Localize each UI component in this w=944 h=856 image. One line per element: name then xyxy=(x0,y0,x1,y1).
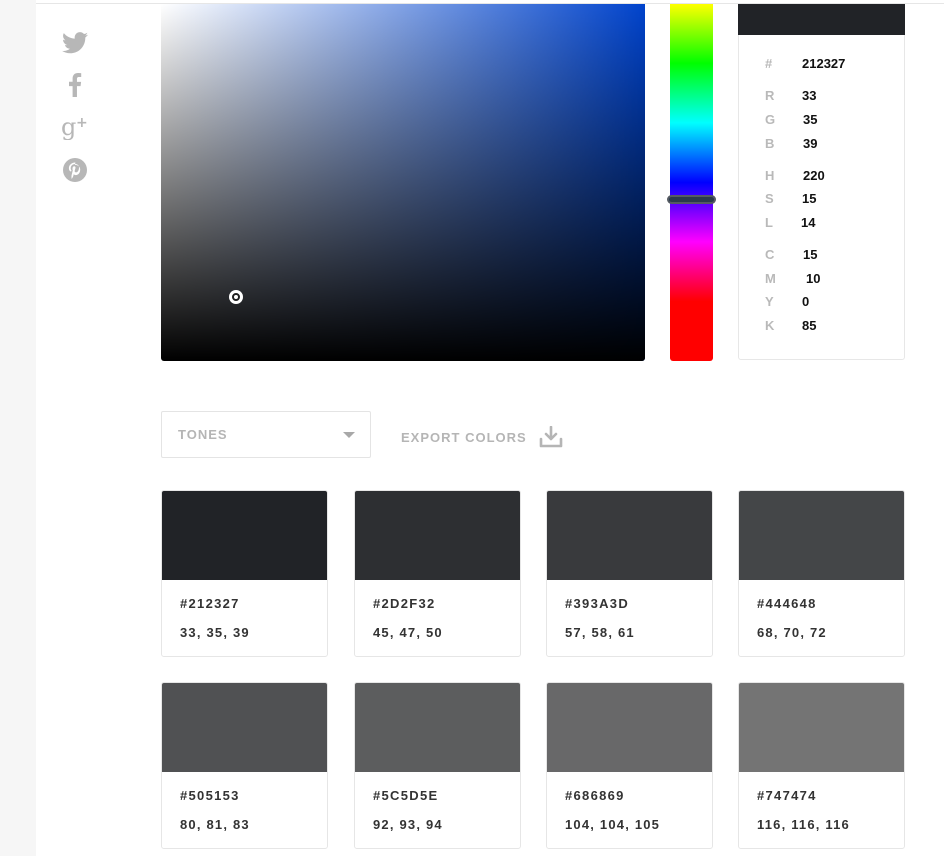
tone-swatch xyxy=(355,683,520,772)
m-value[interactable]: 10 xyxy=(806,271,820,286)
tone-card[interactable]: #393A3D 57, 58, 61 xyxy=(546,490,713,657)
color-picker-handle[interactable] xyxy=(229,290,243,304)
s-value[interactable]: 15 xyxy=(802,191,816,206)
tone-hex: #747474 xyxy=(757,788,817,803)
facebook-icon[interactable] xyxy=(60,70,90,100)
selected-color-swatch xyxy=(738,4,905,35)
tone-hex: #444648 xyxy=(757,596,817,611)
l-row: L 14 xyxy=(739,215,906,233)
c-value[interactable]: 15 xyxy=(803,247,817,262)
tone-rgb: 45, 47, 50 xyxy=(373,625,443,640)
g-row: G 35 xyxy=(739,112,906,130)
hue-slider[interactable] xyxy=(670,4,713,361)
chevron-down-icon xyxy=(343,432,355,438)
tone-hex: #212327 xyxy=(180,596,240,611)
b-row: B 39 xyxy=(739,136,906,154)
tone-rgb: 92, 93, 94 xyxy=(373,817,443,832)
tone-card[interactable]: #444648 68, 70, 72 xyxy=(738,490,905,657)
tone-swatch xyxy=(547,491,712,580)
twitter-icon[interactable] xyxy=(60,28,90,58)
saturation-value-picker[interactable] xyxy=(161,4,645,361)
m-row: M 10 xyxy=(739,271,906,289)
left-gutter xyxy=(0,0,36,856)
h-row: H 220 xyxy=(739,168,906,186)
b-label: B xyxy=(765,136,775,151)
tones-dropdown-label: TONES xyxy=(178,427,228,442)
tone-card[interactable]: #2D2F32 45, 47, 50 xyxy=(354,490,521,657)
tone-swatch xyxy=(162,683,327,772)
hex-value[interactable]: 212327 xyxy=(802,56,845,71)
svg-text:g: g xyxy=(61,114,76,140)
b-value[interactable]: 39 xyxy=(803,136,817,151)
g-value[interactable]: 35 xyxy=(803,112,817,127)
tone-rgb: 80, 81, 83 xyxy=(180,817,250,832)
tone-swatch xyxy=(162,491,327,580)
tone-card[interactable]: #686869 104, 104, 105 xyxy=(546,682,713,849)
tone-rgb: 33, 35, 39 xyxy=(180,625,250,640)
tone-hex: #505153 xyxy=(180,788,240,803)
hex-row: # 212327 xyxy=(739,56,906,74)
m-label: M xyxy=(765,271,776,286)
tone-card[interactable]: #747474 116, 116, 116 xyxy=(738,682,905,849)
y-row: Y 0 xyxy=(739,294,906,312)
color-values-panel: # 212327 R 33 G 35 B 39 H 220 S 15 L 14 … xyxy=(738,4,905,360)
hue-slider-handle[interactable] xyxy=(667,195,716,204)
export-colors-label: EXPORT COLORS xyxy=(401,429,527,445)
tone-swatch xyxy=(739,491,904,580)
s-row: S 15 xyxy=(739,191,906,209)
tone-rgb: 57, 58, 61 xyxy=(565,625,635,640)
tone-hex: #686869 xyxy=(565,788,625,803)
tones-dropdown[interactable]: TONES xyxy=(161,411,371,458)
tone-hex: #5C5D5E xyxy=(373,788,439,803)
k-row: K 85 xyxy=(739,318,906,336)
hex-label: # xyxy=(765,56,773,71)
tone-swatch xyxy=(547,683,712,772)
pinterest-icon[interactable] xyxy=(60,155,90,185)
r-row: R 33 xyxy=(739,88,906,106)
tone-card[interactable]: #5C5D5E 92, 93, 94 xyxy=(354,682,521,849)
tone-card[interactable]: #505153 80, 81, 83 xyxy=(161,682,328,849)
k-label: K xyxy=(765,318,775,333)
c-label: C xyxy=(765,247,775,262)
export-colors-button[interactable]: EXPORT COLORS xyxy=(401,424,563,450)
l-label: L xyxy=(765,215,773,230)
h-value[interactable]: 220 xyxy=(803,168,825,183)
tone-card[interactable]: #212327 33, 35, 39 xyxy=(161,490,328,657)
tone-rgb: 104, 104, 105 xyxy=(565,817,661,832)
s-label: S xyxy=(765,191,774,206)
c-row: C 15 xyxy=(739,247,906,265)
tone-hex: #393A3D xyxy=(565,596,630,611)
h-label: H xyxy=(765,168,775,183)
svg-text:+: + xyxy=(76,115,88,131)
tone-swatch xyxy=(739,683,904,772)
r-label: R xyxy=(765,88,775,103)
g-label: G xyxy=(765,112,776,127)
tone-swatch xyxy=(355,491,520,580)
google-plus-icon[interactable]: g + xyxy=(60,112,90,142)
y-value[interactable]: 0 xyxy=(802,294,809,309)
r-value[interactable]: 33 xyxy=(802,88,816,103)
y-label: Y xyxy=(765,294,774,309)
l-value[interactable]: 14 xyxy=(801,215,815,230)
download-icon xyxy=(539,426,563,448)
tone-rgb: 68, 70, 72 xyxy=(757,625,827,640)
tone-hex: #2D2F32 xyxy=(373,596,436,611)
k-value[interactable]: 85 xyxy=(802,318,816,333)
tone-rgb: 116, 116, 116 xyxy=(757,817,850,832)
